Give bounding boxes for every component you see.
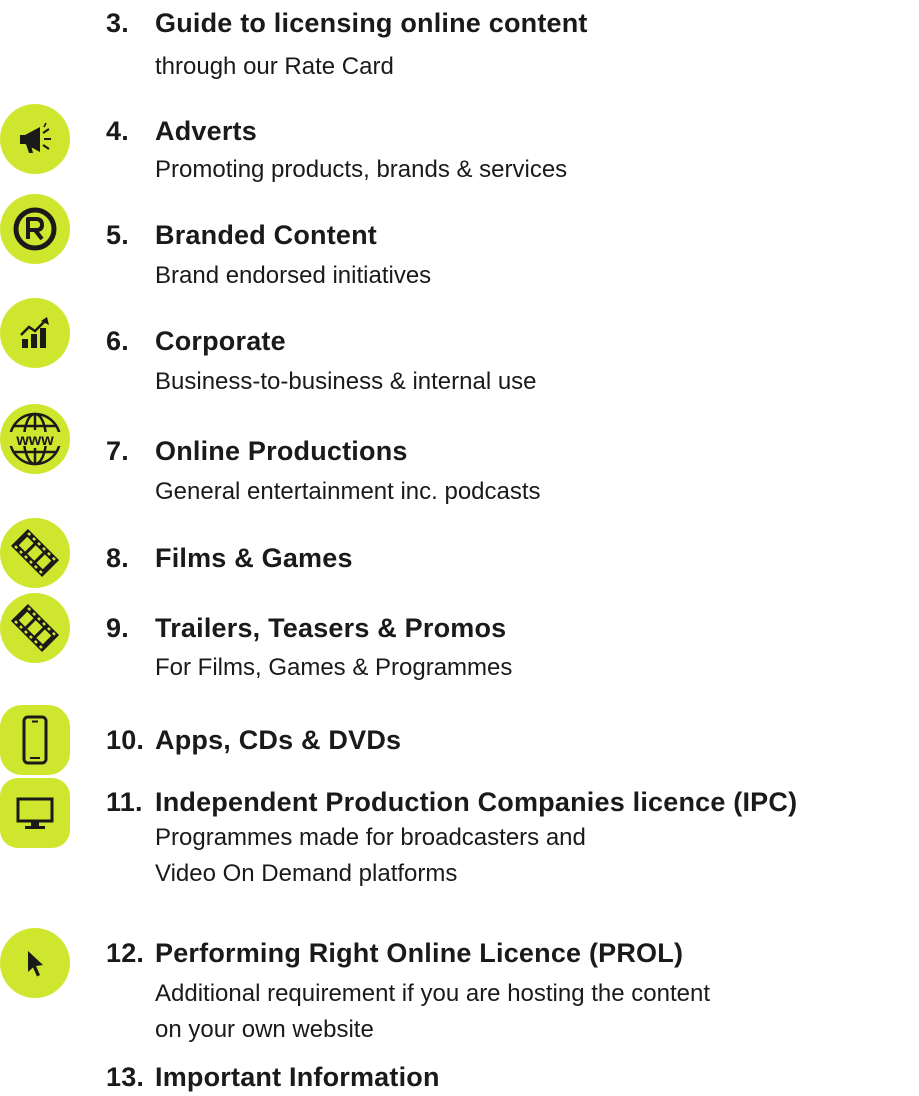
item-number: 6. <box>106 326 129 356</box>
item-title: Performing Right Online Licence (PROL) <box>155 938 684 968</box>
registered-trademark-icon <box>0 194 70 264</box>
film-strip-icon <box>0 518 70 588</box>
item-subtitle: Video On Demand platforms <box>155 860 458 887</box>
item-subtitle: For Films, Games & Programmes <box>155 654 513 681</box>
item-number: 8. <box>106 543 129 573</box>
item-subtitle: Programmes made for broadcasters and <box>155 824 586 851</box>
item-subtitle: on your own website <box>155 1016 374 1043</box>
item-number: 9. <box>106 613 129 643</box>
item-title: Guide to licensing online content <box>155 8 588 38</box>
growth-chart-icon <box>0 298 70 368</box>
item-title: Branded Content <box>155 220 377 250</box>
svg-text:www: www <box>15 432 54 449</box>
film-strip-icon <box>0 593 70 663</box>
item-subtitle: Promoting products, brands & services <box>155 156 568 183</box>
item-title: Trailers, Teasers & Promos <box>155 613 507 643</box>
monitor-icon <box>0 778 70 848</box>
smartphone-icon <box>0 705 70 775</box>
item-subtitle: Brand endorsed initiatives <box>155 262 432 289</box>
item-number: 4. <box>106 116 129 146</box>
item-number: 11. <box>106 787 143 817</box>
item-number: 13. <box>106 1062 145 1092</box>
item-number: 12. <box>106 938 145 968</box>
item-subtitle: General entertainment inc. podcasts <box>155 478 541 505</box>
item-title: Online Productions <box>155 436 408 466</box>
cursor-arrow-icon <box>0 928 70 998</box>
item-subtitle: through our Rate Card <box>155 53 394 80</box>
item-number: 10. <box>106 725 145 755</box>
www-globe-icon: www <box>0 404 70 474</box>
item-title: Films & Games <box>155 543 353 573</box>
item-number: 7. <box>106 436 129 466</box>
item-subtitle: Business-to-business & internal use <box>155 368 537 395</box>
item-title: Adverts <box>155 116 257 146</box>
item-title: Apps, CDs & DVDs <box>155 725 402 755</box>
item-number: 5. <box>106 220 129 250</box>
item-title: Corporate <box>155 326 286 356</box>
megaphone-icon <box>0 104 70 174</box>
item-title: Important Information <box>155 1062 440 1092</box>
item-subtitle: Additional requirement if you are hostin… <box>155 980 711 1007</box>
item-number: 3. <box>106 8 129 38</box>
item-title: Independent Production Companies licence… <box>155 787 798 817</box>
